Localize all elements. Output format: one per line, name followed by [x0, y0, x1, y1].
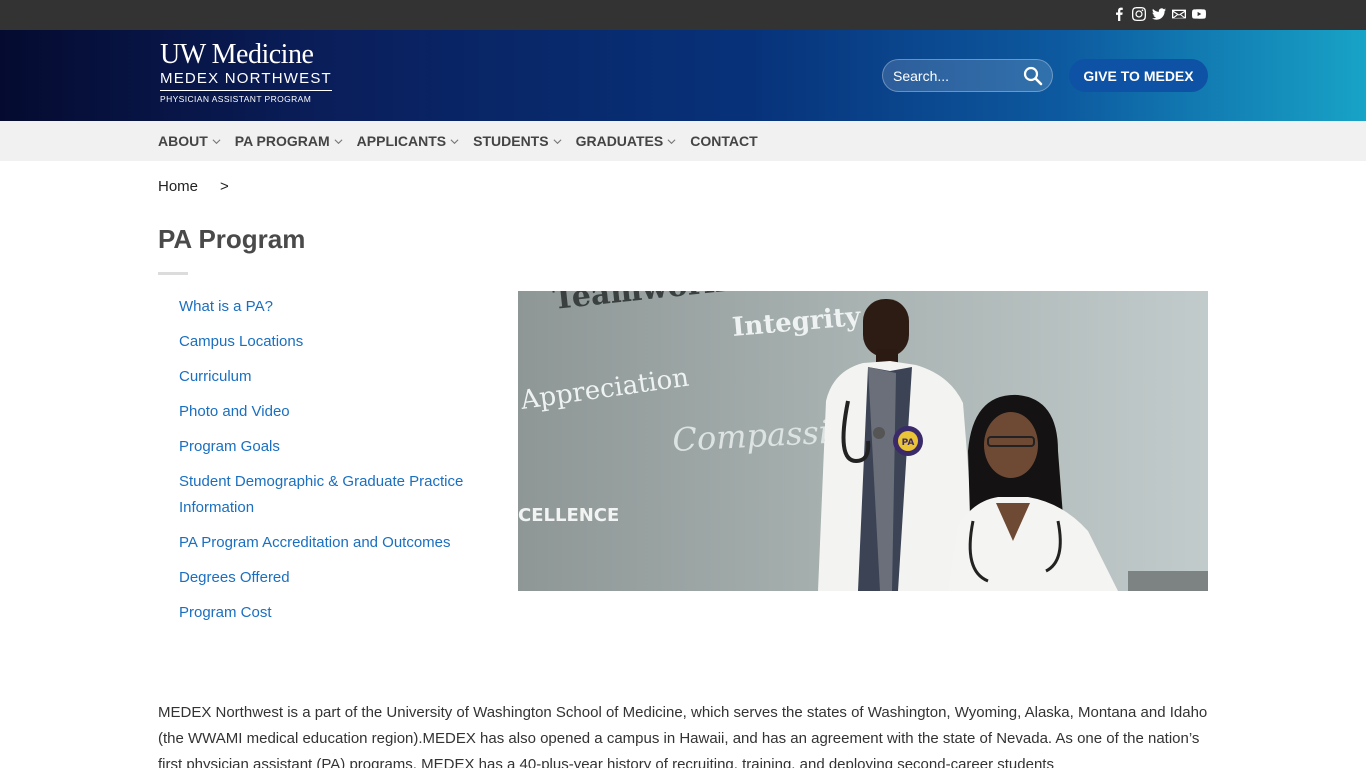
- nav-item-about[interactable]: ABOUT: [158, 133, 221, 149]
- nav-item-label: STUDENTS: [473, 133, 549, 149]
- instagram-icon[interactable]: [1132, 6, 1146, 22]
- hero-word-excellence: CELLENCE: [518, 505, 619, 526]
- nav-item-students[interactable]: STUDENTS: [473, 133, 562, 149]
- subnav-link-program-cost[interactable]: Program Cost: [179, 600, 489, 626]
- page-title: PA Program: [158, 224, 306, 254]
- subnav-link-program-goals[interactable]: Program Goals: [179, 434, 489, 460]
- site-header: UW Medicine MEDEX NORTHWEST PHYSICIAN AS…: [0, 30, 1366, 121]
- nav-item-contact[interactable]: CONTACT: [690, 133, 757, 149]
- search-box: [882, 59, 1053, 92]
- youtube-icon[interactable]: [1192, 6, 1206, 22]
- subnav-link-campus-locations[interactable]: Campus Locations: [179, 329, 489, 355]
- subnav-link-demographics[interactable]: Student Demographic & Graduate Practice …: [179, 469, 489, 521]
- nav-item-label: PA PROGRAM: [234, 133, 330, 149]
- nav-item-graduates[interactable]: GRADUATES: [576, 133, 677, 149]
- subnav-link-what-is-a-pa[interactable]: What is a PA?: [179, 294, 489, 320]
- breadcrumb-home-link[interactable]: Home: [158, 178, 198, 195]
- chevron-down-icon: [450, 138, 459, 144]
- give-to-medex-button[interactable]: GIVE TO MEDEX: [1069, 59, 1208, 92]
- chevron-down-icon: [334, 138, 343, 144]
- nav-item-label: GRADUATES: [575, 133, 664, 149]
- subnav-link-accreditation[interactable]: PA Program Accreditation and Outcomes: [179, 530, 489, 556]
- nav-item-applicants[interactable]: APPLICANTS: [357, 133, 459, 149]
- nav-item-label: CONTACT: [690, 133, 758, 149]
- uw-medicine-logo[interactable]: UW Medicine MEDEX NORTHWEST PHYSICIAN AS…: [160, 40, 332, 105]
- title-divider: [158, 272, 188, 275]
- email-icon[interactable]: [1172, 6, 1186, 22]
- subnav-link-curriculum[interactable]: Curriculum: [179, 364, 489, 390]
- search-input[interactable]: [893, 66, 1023, 86]
- breadcrumb: Home >: [158, 178, 229, 195]
- nav-item-pa-program[interactable]: PA PROGRAM: [235, 133, 343, 149]
- nav-item-label: ABOUT: [158, 133, 208, 149]
- chevron-down-icon: [553, 138, 562, 144]
- subnav-link-photo-and-video[interactable]: Photo and Video: [179, 399, 489, 425]
- chevron-down-icon: [212, 138, 221, 144]
- chevron-down-icon: [667, 138, 676, 144]
- social-links: [1112, 6, 1206, 22]
- twitter-icon[interactable]: [1152, 6, 1166, 22]
- top-utility-bar: [0, 0, 1366, 30]
- breadcrumb-separator: >: [220, 178, 229, 195]
- logo-wordmark: UW Medicine: [160, 39, 314, 70]
- logo-tagline: PHYSICIAN ASSISTANT PROGRAM: [160, 94, 312, 104]
- nav-item-label: APPLICANTS: [356, 133, 447, 149]
- main-nav: ABOUT PA PROGRAM APPLICANTS STUDENTS GRA…: [0, 121, 1366, 161]
- logo-program-name: MEDEX NORTHWEST: [160, 70, 332, 91]
- facebook-icon[interactable]: [1112, 6, 1126, 22]
- intro-paragraph: MEDEX Northwest is a part of the Univers…: [158, 704, 1208, 768]
- hero-photo: Teamwork Integrity Appreciation Compassi…: [518, 291, 1208, 591]
- subnav-link-degrees-offered[interactable]: Degrees Offered: [179, 565, 489, 591]
- hero-pa-badge: PA: [902, 438, 915, 448]
- search-icon[interactable]: [1023, 66, 1043, 86]
- section-subnav: What is a PA? Campus Locations Curriculu…: [179, 294, 489, 635]
